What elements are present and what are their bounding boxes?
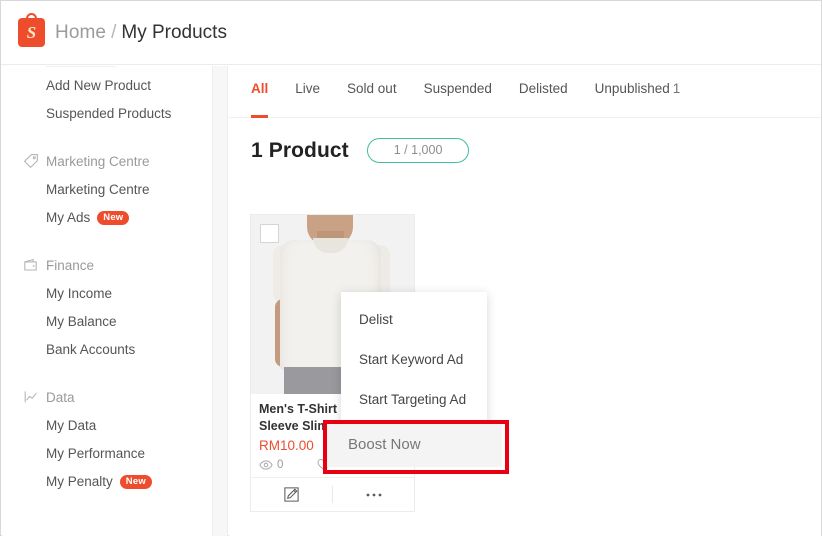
tab-all[interactable]: All [251,66,269,118]
edit-pencil-icon [284,487,299,502]
more-horizontal-icon [366,493,381,496]
breadcrumb-separator: / [111,21,117,43]
more-actions-button[interactable] [333,478,414,512]
sidebar-item-my-income[interactable]: My Income [2,280,212,308]
product-views: 0 [259,459,283,471]
tab-delisted[interactable]: Delisted [519,66,568,118]
breadcrumb-current: My Products [121,21,227,43]
sidebar-item-label: Marketing Centre [46,182,150,197]
sidebar-item-label: My Balance [46,314,117,329]
menu-item-label: Delist [359,312,393,327]
sidebar-item-my-performance[interactable]: My Performance [2,440,212,468]
sidebar-item-label: My Income [46,286,113,301]
product-card-actions [251,477,414,511]
quota-badge: 1 / 1,000 [366,138,470,163]
product-count-row: 1 Product 1 / 1,000 [229,118,821,163]
sidebar-item-my-penalty[interactable]: My Penalty New [2,468,212,496]
product-select-checkbox[interactable] [260,224,279,243]
sidebar: Add New Product Suspended Products Marke… [2,66,212,536]
menu-item-start-keyword-ad[interactable]: Start Keyword Ad [341,340,487,380]
tab-count: 1 [672,81,681,96]
new-badge: New [119,475,152,489]
sidebar-section-title: Marketing Centre [46,153,150,169]
menu-item-label: Boost Now [348,436,421,453]
breadcrumb: Home / My Products [55,22,227,44]
menu-item-start-targeting-ad[interactable]: Start Targeting Ad [341,380,487,420]
product-actions-dropdown: Delist Start Keyword Ad Start Targeting … [326,292,502,467]
tab-suspended[interactable]: Suspended [424,66,492,118]
menu-item-boost-now[interactable]: Boost Now [326,423,502,467]
wallet-icon [22,257,39,274]
tab-live[interactable]: Live [295,66,320,118]
sidebar-item-label: My Data [46,418,97,433]
logo-letter: S [26,23,37,42]
sidebar-item-bank-accounts[interactable]: Bank Accounts [2,336,212,364]
shopee-bag-icon[interactable]: S [18,13,45,47]
tab-label: Sold out [347,81,397,96]
tab-label: Live [295,81,321,96]
menu-item-delist[interactable]: Delist [341,300,487,340]
page-root: S Home / My Products Add New Product Sus… [0,0,822,536]
sidebar-item-add-new-product[interactable]: Add New Product [2,72,212,100]
sidebar-scrolled-item-partial [46,66,116,72]
sidebar-section-finance: Finance [2,250,212,280]
menu-item-label: Start Keyword Ad [359,352,464,367]
sidebar-item-label: Bank Accounts [46,342,136,357]
sidebar-section-data: Data [2,382,212,412]
sidebar-divider-gutter [212,66,228,536]
tab-label: Unpublished [594,81,670,96]
tab-label: Delisted [518,81,568,96]
eye-icon [259,459,273,470]
sidebar-section-title: Finance [46,257,95,273]
sidebar-section-marketing-centre: Marketing Centre [2,146,212,176]
tab-sold-out[interactable]: Sold out [347,66,397,118]
sidebar-item-my-balance[interactable]: My Balance [2,308,212,336]
sidebar-item-my-ads[interactable]: My Ads New [2,204,212,232]
sidebar-item-label: My Ads [46,210,91,225]
product-status-tabs: All Live Sold out Suspended Delisted Unp… [229,66,821,118]
new-badge: New [97,211,130,225]
breadcrumb-home-link[interactable]: Home [55,22,106,44]
tab-unpublished[interactable]: Unpublished 1 [595,66,681,118]
sidebar-item-marketing-centre[interactable]: Marketing Centre [2,176,212,204]
menu-item-label: Start Targeting Ad [359,392,467,407]
main-content: All Live Sold out Suspended Delisted Unp… [229,66,821,536]
sidebar-item-label: Add New Product [46,78,152,93]
tag-icon [22,153,39,170]
sidebar-item-label: My Penalty [46,474,113,489]
edit-product-button[interactable] [251,478,332,512]
page-title: 1 Product [251,138,349,162]
app-header: S Home / My Products [1,1,821,65]
sidebar-item-suspended-products[interactable]: Suspended Products [2,100,212,128]
tab-label: Suspended [423,81,492,96]
sidebar-item-label: My Performance [46,446,146,461]
tab-label: All [251,81,269,96]
chart-line-icon [22,389,39,406]
sidebar-item-label: Suspended Products [46,106,172,121]
sidebar-section-title: Data [46,389,75,405]
sidebar-item-my-data[interactable]: My Data [2,412,212,440]
product-views-count: 0 [277,458,284,471]
